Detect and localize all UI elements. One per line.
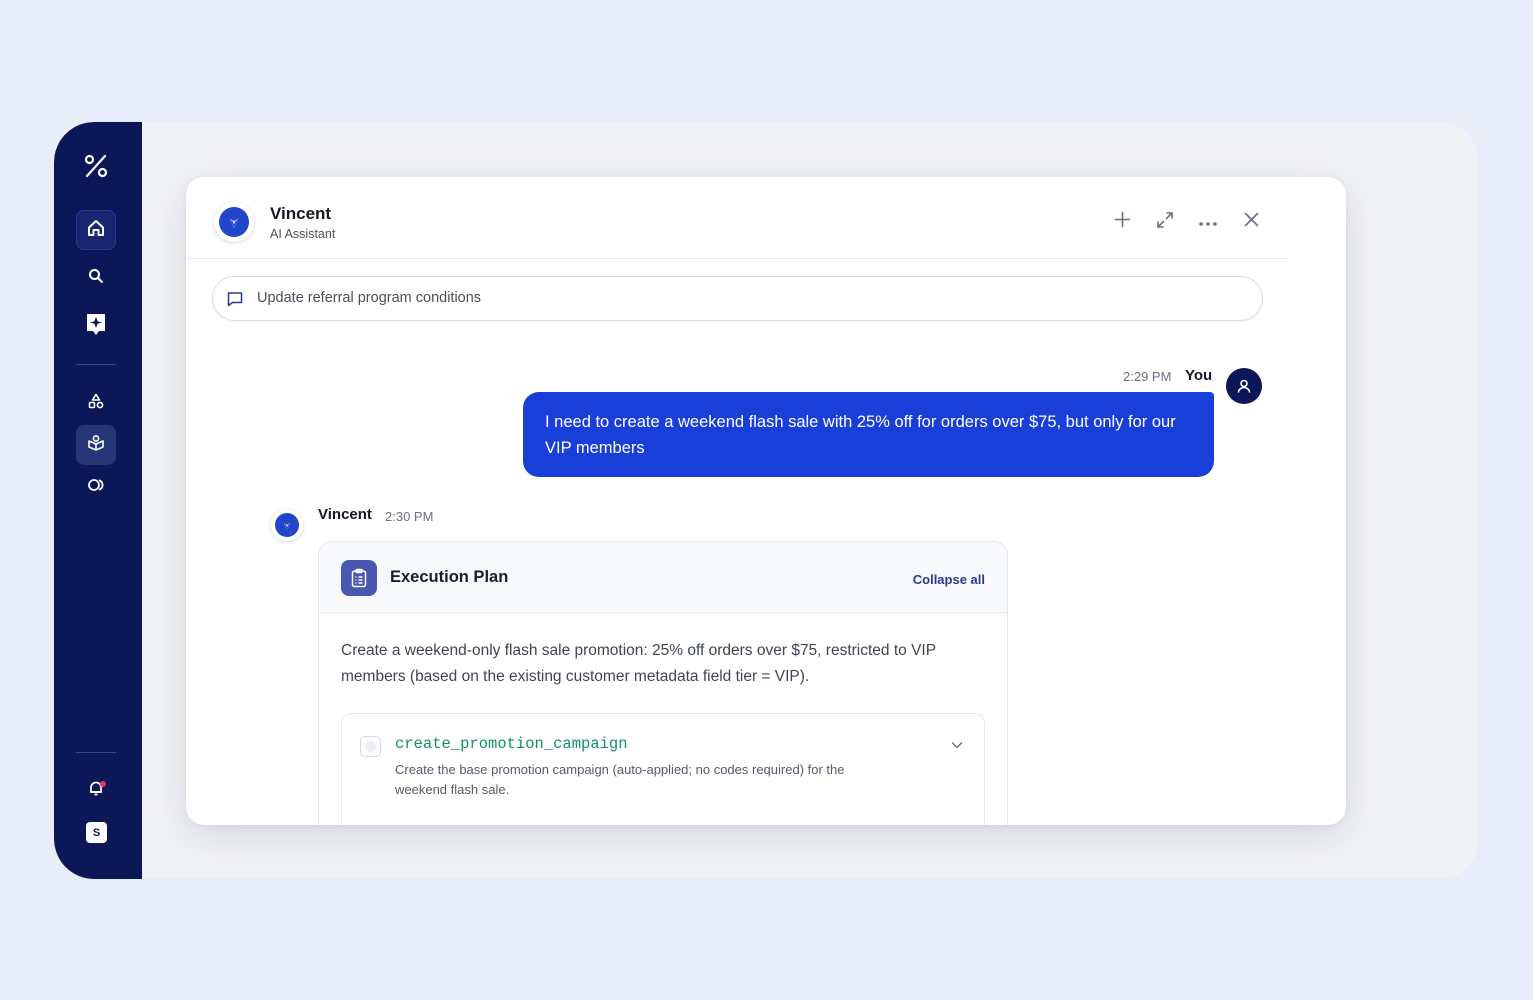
notification-dot [100, 781, 106, 787]
ai-sparkle-icon [85, 312, 107, 341]
sidebar-divider [76, 364, 116, 365]
expand-button[interactable] [1153, 210, 1177, 234]
notifications-button[interactable] [76, 770, 116, 810]
user-avatar [1226, 368, 1262, 404]
expand-icon [1156, 211, 1174, 234]
assistant-name: Vincent [270, 204, 332, 223]
user-message-bubble: I need to create a weekend flash sale wi… [523, 392, 1214, 477]
user-icon [1237, 379, 1251, 393]
sidebar-item-shapes[interactable] [76, 383, 116, 423]
step-checkbox[interactable] [360, 736, 381, 757]
loop-icon [87, 478, 105, 497]
conversation-topic-bar[interactable]: Update referral program conditions [212, 276, 1263, 321]
assistant-role: AI Assistant [270, 227, 336, 241]
package-icon [87, 434, 105, 457]
close-button[interactable] [1239, 210, 1263, 234]
assistant-message-time: 2:30 PM [385, 509, 434, 524]
new-chat-button[interactable] [1110, 210, 1134, 234]
execution-plan-header: Execution Plan Collapse all [319, 542, 1007, 613]
execution-plan-title: Execution Plan [390, 568, 509, 586]
execution-plan-card: Execution Plan Collapse all Create a wee… [318, 541, 1008, 825]
execution-plan-description: Create a weekend-only flash sale promoti… [341, 642, 936, 685]
shapes-icon [88, 393, 104, 414]
close-icon [1244, 212, 1259, 232]
step-description: Create the base promotion campaign (auto… [395, 762, 845, 797]
vincent-logo-icon [226, 217, 242, 228]
sidebar-item-search[interactable] [76, 258, 116, 298]
home-icon [86, 218, 106, 243]
vincent-logo-icon [280, 521, 294, 530]
sidebar-item-ai[interactable] [76, 306, 116, 346]
sidebar-item-home[interactable] [76, 210, 116, 250]
sidebar-item-package[interactable] [76, 425, 116, 465]
assistant-avatar [214, 202, 254, 242]
more-icon [1199, 213, 1217, 231]
assistant-message-avatar [271, 509, 303, 541]
more-options-button[interactable] [1196, 210, 1220, 234]
chevron-down-icon[interactable] [948, 736, 966, 754]
collapse-all-button[interactable]: Collapse all [913, 572, 985, 587]
sidebar-divider-bottom [76, 752, 116, 753]
user-message-author: You [1185, 367, 1213, 384]
plus-icon [1114, 211, 1131, 233]
search-icon [88, 268, 104, 289]
user-profile-avatar[interactable]: S [86, 822, 107, 843]
sidebar: S [54, 122, 142, 879]
chat-header: Vincent AI Assistant [186, 177, 1288, 259]
clipboard-icon [341, 560, 377, 596]
step-name: create_promotion_campaign [395, 735, 628, 753]
conversation-topic: Update referral program conditions [257, 290, 482, 306]
plan-step[interactable]: create_promotion_campaign Create the bas… [341, 713, 985, 825]
chat-bubble-icon [226, 290, 244, 308]
assistant-message-author: Vincent [318, 506, 372, 523]
percent-logo-icon[interactable] [76, 150, 116, 182]
user-message-time: 2:29 PM [1123, 369, 1172, 384]
sidebar-item-loop[interactable] [76, 467, 116, 507]
chat-window: Vincent AI Assistant Update referral pro… [186, 177, 1346, 825]
